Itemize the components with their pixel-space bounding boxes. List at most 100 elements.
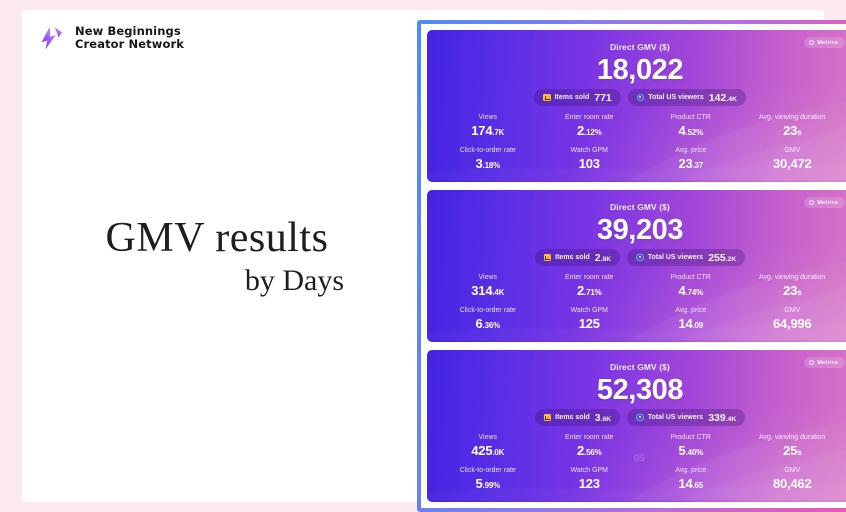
metric-cell: Enter room rate 2.56% [539, 433, 641, 460]
metric-label: Watch GPM [570, 307, 608, 314]
brand-name: New Beginnings Creator Network [75, 24, 185, 51]
card-hero-value: 39,203 [596, 214, 684, 246]
metric-label: GMV [784, 467, 801, 474]
metric-value: 125 [578, 316, 600, 331]
slide-page: New Beginnings Creator Network GMV resul… [22, 10, 846, 512]
metric-value: 6.36% [475, 316, 501, 331]
stat-pill-row: Items sold 3.6K Total US viewers 339.4K [427, 409, 846, 426]
metric-grid: Views 174.7K Enter room rate 2.12% Product C… [427, 113, 846, 181]
stat-pill: Total US viewers 142.4K [627, 89, 746, 106]
metric-cell: Views 174.7K [437, 113, 539, 140]
metrics-card-list: Metrics Direct GMV ($) 18,022 Items sold 771… [421, 24, 846, 508]
metric-value: 23s [783, 283, 802, 298]
stat-pill: Items sold 3.6K [534, 409, 621, 426]
eye-icon [636, 413, 644, 422]
metrics-card: Metrics Direct GMV ($) 18,022 Items sold 771… [427, 30, 846, 182]
metric-cell: Product CTR 5.40% [640, 433, 742, 460]
metric-cell: GMV 64,996 [742, 306, 844, 333]
metric-label: GMV [784, 147, 801, 154]
headline-line-1: GMV results [105, 215, 329, 261]
metric-cell: Enter room rate 2.12% [539, 113, 641, 140]
gear-icon [809, 200, 815, 205]
metrics-badge-label: Metrics [817, 199, 838, 206]
metric-cell: GMV 80,462 [742, 466, 844, 493]
stat-pill-label: Total US viewers [647, 414, 704, 421]
metric-cell: Avg. viewing duration 23s [742, 273, 844, 300]
card-title: Direct GMV ($) [610, 202, 670, 212]
stat-pill-value: 339.4K [708, 411, 737, 424]
metric-value: 64,996 [772, 316, 812, 331]
metrics-badge[interactable]: Metrics [804, 357, 845, 368]
brand-lockup: New Beginnings Creator Network [38, 24, 184, 52]
metric-label: Views [478, 274, 497, 281]
metric-cell: Watch GPM 125 [539, 306, 641, 333]
metric-cell: Avg. price 23.37 [640, 146, 742, 173]
metric-cell: Click-to-order rate 6.36% [437, 306, 539, 333]
metrics-card: Metrics Direct GMV ($) 52,308 Items sold 3.6… [427, 350, 846, 502]
metric-label: Enter room rate [564, 434, 614, 441]
metric-value: 3.18% [475, 156, 501, 171]
card-title: Direct GMV ($) [610, 42, 670, 52]
metric-label: Avg. price [675, 307, 707, 314]
metrics-badge-label: Metrics [817, 359, 838, 366]
metric-grid: Views 425.0K Enter room rate 2.56% Product C… [427, 433, 846, 501]
card-title: Direct GMV ($) [610, 362, 670, 372]
metric-value: 2.56% [577, 443, 602, 458]
eye-icon [636, 253, 644, 262]
metric-value: 5.99% [475, 476, 501, 491]
metric-value: 425.0K [471, 443, 505, 458]
stat-pill: Items sold 771 [534, 89, 621, 106]
metrics-badge-label: Metrics [817, 39, 838, 46]
metric-label: Watch GPM [570, 147, 608, 154]
metric-label: Avg. viewing duration [759, 434, 826, 441]
stat-pill-label: Items sold [555, 414, 590, 421]
cart-icon [543, 93, 551, 102]
metric-value: 80,462 [772, 476, 812, 491]
metric-cell: Avg. price 14.65 [640, 466, 742, 493]
metric-value: 30,472 [772, 156, 812, 171]
stat-pill-label: Items sold [555, 254, 590, 261]
metric-label: Enter room rate [564, 274, 614, 281]
metric-cell: Click-to-order rate 3.18% [437, 146, 539, 173]
metric-cell: Views 425.0K [437, 433, 539, 460]
metric-label: Click-to-order rate [459, 147, 516, 154]
metric-cell: Avg. viewing duration 23s [742, 113, 844, 140]
metrics-card: Metrics Direct GMV ($) 39,203 Items sold 2.8… [427, 190, 846, 342]
stat-pill-value: 255.2K [708, 251, 737, 264]
metric-cell: Click-to-order rate 5.99% [437, 466, 539, 493]
metric-label: Product CTR [670, 274, 711, 281]
metric-cell: Watch GPM 103 [539, 146, 641, 173]
metric-label: Avg. viewing duration [759, 114, 826, 121]
card-hero-value: 52,308 [596, 374, 684, 406]
metric-label: Product CTR [670, 434, 711, 441]
stat-pill-label: Total US viewers [647, 254, 704, 261]
metric-value: 14.65 [678, 476, 704, 491]
card-hero-value: 18,022 [596, 54, 684, 86]
metric-grid: Views 314.4K Enter room rate 2.71% Product C… [427, 273, 846, 341]
eye-icon [636, 93, 645, 102]
stat-pill-row: Items sold 771 Total US viewers 142.4K [427, 89, 846, 106]
metrics-badge[interactable]: Metrics [804, 37, 845, 48]
metric-value: 23.37 [678, 156, 704, 171]
cart-icon [543, 253, 552, 262]
metric-label: Product CTR [670, 114, 711, 121]
metric-label: Avg. viewing duration [759, 274, 826, 281]
metric-label: Avg. price [675, 467, 707, 474]
cart-icon [543, 413, 552, 422]
metric-cell: Avg. price 14.09 [640, 306, 742, 333]
metric-label: Click-to-order rate [459, 467, 516, 474]
metric-cell: Product CTR 4.74% [640, 273, 742, 300]
metric-value: 103 [578, 156, 600, 171]
metric-cell: Product CTR 4.52% [640, 113, 742, 140]
stat-pill: Total US viewers 255.2K [627, 249, 746, 266]
stat-pill-label: Total US viewers [648, 94, 704, 101]
lightning-bolt-logo-icon [41, 26, 63, 50]
metrics-frame: Metrics Direct GMV ($) 18,022 Items sold 771… [417, 20, 846, 512]
metric-label: Click-to-order rate [459, 307, 516, 314]
stat-pill-value: 771 [594, 91, 612, 104]
stat-pill-row: Items sold 2.8K Total US viewers 255.2K [427, 249, 846, 266]
metrics-badge[interactable]: Metrics [804, 197, 845, 208]
metric-cell: Views 314.4K [437, 273, 539, 300]
metric-label: Watch GPM [570, 467, 608, 474]
metric-label: Avg. price [675, 147, 707, 154]
